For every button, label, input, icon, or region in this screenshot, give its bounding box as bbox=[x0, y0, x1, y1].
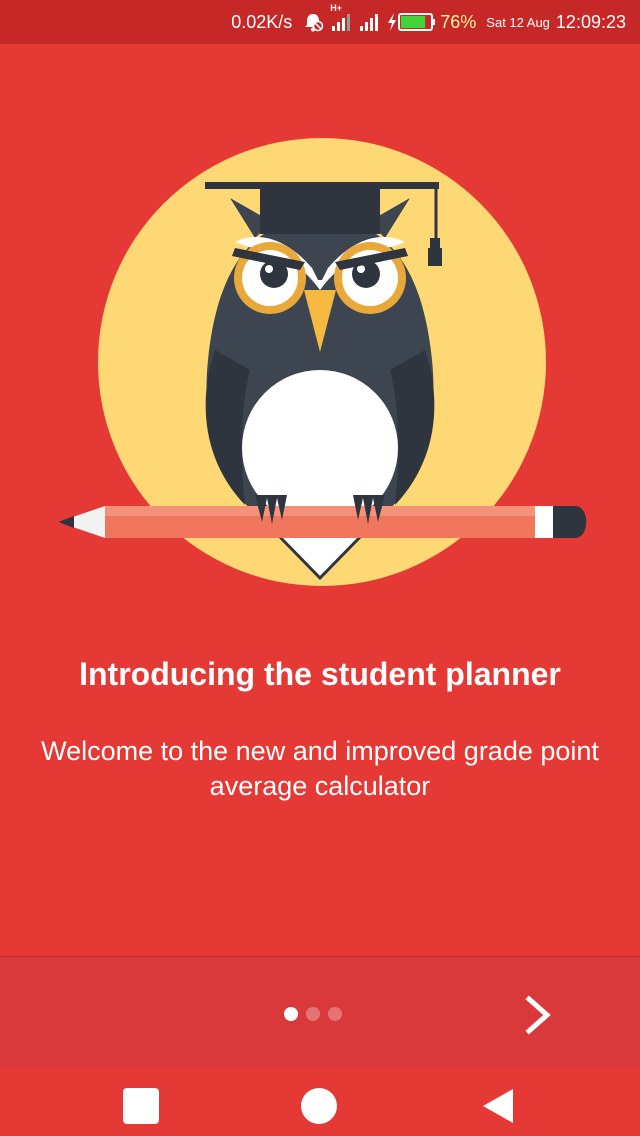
system-nav-bar bbox=[0, 1068, 640, 1136]
back-triangle-icon bbox=[483, 1089, 513, 1123]
page-dot[interactable] bbox=[328, 1007, 342, 1021]
battery-percent: 76% bbox=[440, 11, 477, 32]
owl-illustration bbox=[50, 130, 590, 600]
chevron-right-icon bbox=[525, 995, 551, 1035]
status-bar: 0.02K/s H+ 76% Sat 12 Aug 12:09:23 bbox=[0, 0, 640, 44]
circle-icon bbox=[301, 1088, 337, 1124]
home-button[interactable] bbox=[299, 1086, 339, 1126]
charging-icon bbox=[386, 11, 398, 33]
recents-button[interactable] bbox=[121, 1086, 161, 1126]
page-indicator bbox=[284, 1007, 342, 1021]
signal-icon bbox=[358, 11, 380, 33]
onboarding-screen: 0.02K/s H+ 76% Sat 12 Aug 12:09:23 Intro… bbox=[0, 0, 640, 1136]
page-dot[interactable] bbox=[306, 1007, 320, 1021]
network-speed: 0.02K/s bbox=[231, 11, 293, 32]
status-time: 12:09:23 bbox=[555, 11, 626, 32]
square-icon bbox=[123, 1088, 159, 1124]
status-date: Sat 12 Aug bbox=[486, 14, 550, 30]
network-type-label: H+ bbox=[330, 3, 343, 13]
battery-icon bbox=[398, 12, 436, 32]
back-button[interactable] bbox=[477, 1086, 517, 1126]
page-dot-active[interactable] bbox=[284, 1007, 298, 1021]
pencil bbox=[58, 506, 587, 538]
next-button[interactable] bbox=[512, 987, 564, 1043]
onboarding-subtitle: Welcome to the new and improved grade po… bbox=[41, 736, 599, 801]
onboarding-footer bbox=[0, 956, 640, 1068]
onboarding-title: Introducing the student planner bbox=[79, 656, 561, 692]
signal-icon: H+ bbox=[330, 3, 352, 33]
alarm-off-icon bbox=[302, 11, 324, 33]
